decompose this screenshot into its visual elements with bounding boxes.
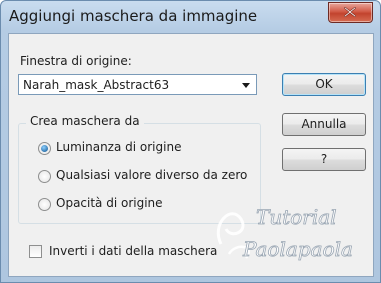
watermark-line1: Tutorial	[256, 205, 337, 229]
source-window-dropdown[interactable]: Narah_mask_Abstract63	[18, 74, 257, 95]
radio-luminance-label[interactable]: Luminanza di origine	[56, 140, 181, 154]
dialog-client-area: Finestra di origine: Narah_mask_Abstract…	[8, 33, 374, 277]
mask-source-group-title: Crea maschera da	[26, 114, 144, 128]
invert-mask-checkbox[interactable]	[29, 245, 42, 258]
chevron-down-icon[interactable]	[242, 83, 250, 88]
invert-mask-label[interactable]: Inverti i dati della maschera	[49, 244, 217, 258]
source-window-value: Narah_mask_Abstract63	[23, 78, 170, 92]
ok-button[interactable]: OK	[282, 73, 366, 96]
radio-opacity-label[interactable]: Opacità di origine	[56, 196, 163, 210]
cancel-button[interactable]: Annulla	[282, 113, 366, 136]
radio-any-nonzero[interactable]	[38, 170, 51, 183]
watermark-logo: Tutorial Paolapaola	[216, 205, 353, 261]
help-button[interactable]: ?	[282, 148, 366, 171]
radio-any-nonzero-label[interactable]: Qualsiasi valore diverso da zero	[56, 168, 247, 182]
window-title: Aggiungi maschera da immagine	[9, 7, 258, 25]
dialog-window: Aggiungi maschera da immagine Finestra d…	[0, 0, 381, 283]
title-bar[interactable]: Aggiungi maschera da immagine	[1, 1, 380, 33]
watermark-line2: Paolapaola	[242, 237, 353, 261]
close-icon	[344, 7, 356, 17]
source-window-label: Finestra di origine:	[20, 54, 132, 68]
close-button[interactable]	[328, 2, 373, 23]
radio-opacity[interactable]	[38, 198, 51, 211]
radio-luminance[interactable]	[38, 142, 51, 155]
